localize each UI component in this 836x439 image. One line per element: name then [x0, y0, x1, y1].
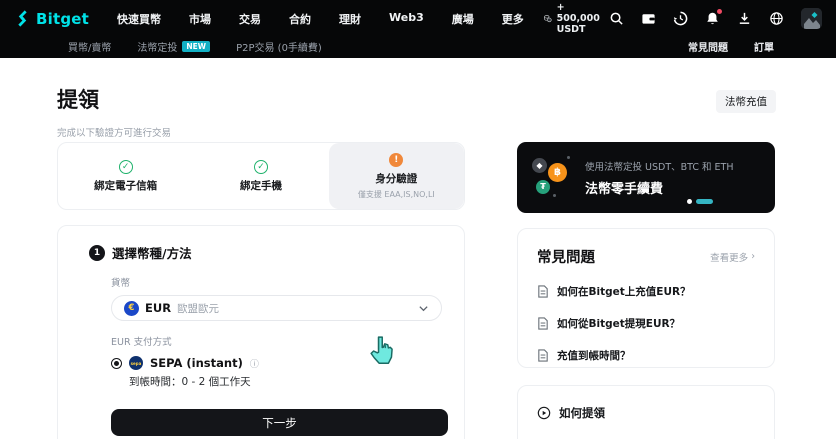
- eth-coin-icon: ◆: [532, 158, 547, 173]
- main-nav: 快速買幣 市場 交易 合約 理財 Web3 廣場 更多: [103, 11, 538, 27]
- verify-identity-label: 身分驗證: [375, 171, 417, 186]
- currency-select[interactable]: € EUR 歐盟歐元: [111, 295, 442, 321]
- subnav-p2p[interactable]: P2P交易 (0手續費): [236, 39, 322, 54]
- next-step-button[interactable]: 下一步: [111, 409, 448, 436]
- howto-withdraw-card[interactable]: 如何提領: [517, 385, 775, 439]
- verify-email-step[interactable]: ✓ 綁定電子信箱: [58, 143, 193, 209]
- banner-line2: 法幣零手續費: [585, 178, 734, 197]
- eur-coin-icon: €: [124, 301, 139, 316]
- play-circle-icon: [537, 406, 551, 420]
- user-avatar[interactable]: [801, 8, 822, 29]
- faq-view-more-link[interactable]: 查看更多 ›: [710, 250, 755, 264]
- faq-view-more-label: 查看更多: [710, 250, 748, 264]
- crypto-coins-icon: ◆ ฿ ₮: [531, 154, 573, 202]
- banner-pagination: [687, 199, 713, 204]
- faq-item-deposit-time[interactable]: 充值到帳時間？: [537, 348, 755, 363]
- subnav-faq-link[interactable]: 常見問題: [688, 39, 728, 54]
- header-icons: [609, 8, 822, 29]
- nav-markets[interactable]: 市場: [175, 11, 225, 27]
- sepa-method-label: SEPA (instant): [150, 356, 243, 370]
- balance-amount: + 500,000 USDT: [557, 2, 609, 35]
- verification-card: ✓ 綁定電子信箱 ✓ 綁定手機 ! 身分驗證 僅支援 EAA,IS,NO,LI: [57, 142, 465, 210]
- usdt-coin-icon: ₮: [536, 180, 550, 194]
- currency-label: 貨幣: [111, 275, 440, 289]
- currency-name: 歐盟歐元: [177, 301, 219, 316]
- download-app-icon[interactable]: [737, 11, 752, 26]
- document-icon: [537, 349, 549, 362]
- bitget-logo-text: Bitget: [36, 10, 89, 28]
- balance-chip[interactable]: + 500,000 USDT: [544, 2, 609, 35]
- banner-text: 使用法幣定投 USDT、BTC 和 ETH 法幣零手續費: [585, 159, 734, 197]
- nav-buy-crypto[interactable]: 快速買幣: [103, 11, 175, 27]
- subnav-fiat-invest-label: 法幣定投: [137, 39, 177, 54]
- check-circle-icon: ✓: [119, 160, 133, 174]
- notification-dot: [717, 9, 722, 14]
- faq-header: 常見問題 查看更多 ›: [537, 246, 755, 267]
- subnav-right: 常見問題 訂單: [688, 39, 774, 54]
- document-icon: [537, 317, 549, 330]
- verify-email-label: 綁定電子信箱: [94, 178, 157, 193]
- subnav-fiat-invest[interactable]: 法幣定投 NEW: [137, 39, 210, 54]
- nav-futures[interactable]: 合約: [275, 11, 325, 27]
- fiat-zero-fee-banner[interactable]: ◆ ฿ ₮ 使用法幣定投 USDT、BTC 和 ETH 法幣零手續費: [517, 142, 775, 213]
- nav-square[interactable]: 廣場: [438, 11, 488, 27]
- wallet-icon[interactable]: [641, 11, 656, 26]
- subnav-buy-sell[interactable]: 買幣/賣幣: [68, 39, 111, 54]
- faq-item-withdraw-eur[interactable]: 如何從Bitget提現EUR？: [537, 316, 755, 331]
- sepa-radio[interactable]: [111, 358, 122, 369]
- decor-dot: [567, 156, 570, 159]
- nav-earn[interactable]: 理財: [325, 11, 375, 27]
- document-icon: [537, 285, 549, 298]
- coins-icon: [544, 12, 552, 25]
- search-icon[interactable]: [609, 11, 624, 26]
- nav-trade[interactable]: 交易: [225, 11, 275, 27]
- verify-phone-label: 綁定手機: [240, 178, 282, 193]
- sepa-method-row: sepa SEPA (instant) ⓘ: [111, 356, 440, 370]
- verify-phone-step[interactable]: ✓ 綁定手機: [193, 143, 328, 209]
- check-circle-icon: ✓: [254, 160, 268, 174]
- faq-card: 常見問題 查看更多 › 如何在Bitget上充值EUR？ 如何從Bitget提現…: [517, 228, 775, 368]
- howto-withdraw-label: 如何提領: [559, 405, 605, 421]
- chevron-right-icon: ›: [751, 251, 755, 262]
- sepa-icon: sepa: [129, 356, 143, 370]
- step1-number-badge: 1: [89, 245, 105, 261]
- withdraw-steps-card: 1 選擇幣種/方法 貨幣 € EUR 歐盟歐元 EUR 支付方式 sepa SE…: [57, 225, 465, 439]
- arrival-time-text: 到帳時間：0 - 2 個工作天: [129, 374, 440, 389]
- bitget-logo[interactable]: Bitget: [14, 10, 89, 28]
- info-icon[interactable]: ⓘ: [250, 357, 259, 370]
- step1-header: 1 選擇幣種/方法: [89, 243, 440, 262]
- nav-more[interactable]: 更多: [488, 11, 538, 27]
- avatar-image: [801, 8, 822, 29]
- step1-form: 貨幣 € EUR 歐盟歐元 EUR 支付方式 sepa SEPA (instan…: [111, 275, 440, 436]
- btc-coin-icon: ฿: [548, 163, 567, 182]
- banner-line1: 使用法幣定投 USDT、BTC 和 ETH: [585, 159, 734, 173]
- faq-item-label: 如何在Bitget上充值EUR？: [557, 284, 691, 299]
- bitget-logo-icon: [14, 10, 31, 27]
- notification-bell-icon[interactable]: [705, 11, 720, 26]
- verification-hint: 完成以下驗證方可進行交易: [57, 125, 171, 139]
- verify-identity-note: 僅支援 EAA,IS,NO,LI: [358, 189, 435, 200]
- faq-item-label: 如何從Bitget提現EUR？: [557, 316, 680, 331]
- new-badge: NEW: [182, 41, 210, 53]
- nav-web3[interactable]: Web3: [375, 11, 438, 27]
- fiat-deposit-button[interactable]: 法幣充值: [716, 90, 776, 113]
- alert-circle-icon: !: [389, 153, 403, 167]
- verify-identity-step[interactable]: ! 身分驗證 僅支援 EAA,IS,NO,LI: [329, 143, 464, 209]
- decor-dot: [553, 194, 556, 197]
- step1-title: 選擇幣種/方法: [112, 243, 192, 262]
- faq-item-label: 充值到帳時間？: [557, 348, 631, 363]
- chevron-down-icon: [418, 303, 429, 314]
- pagination-dot[interactable]: [687, 199, 692, 204]
- pay-method-label: EUR 支付方式: [111, 334, 440, 348]
- language-globe-icon[interactable]: [769, 11, 784, 26]
- faq-item-deposit-eur[interactable]: 如何在Bitget上充值EUR？: [537, 284, 755, 299]
- pagination-active-pill[interactable]: [696, 199, 713, 204]
- sub-header: 買幣/賣幣 法幣定投 NEW P2P交易 (0手續費) 常見問題 訂單: [0, 37, 836, 58]
- subnav-orders-link[interactable]: 訂單: [754, 39, 774, 54]
- order-history-icon[interactable]: [673, 11, 688, 26]
- currency-code: EUR: [145, 301, 171, 315]
- faq-title: 常見問題: [537, 246, 595, 267]
- page-title: 提領: [57, 84, 99, 114]
- top-header: Bitget 快速買幣 市場 交易 合約 理財 Web3 廣場 更多 + 500…: [0, 0, 836, 37]
